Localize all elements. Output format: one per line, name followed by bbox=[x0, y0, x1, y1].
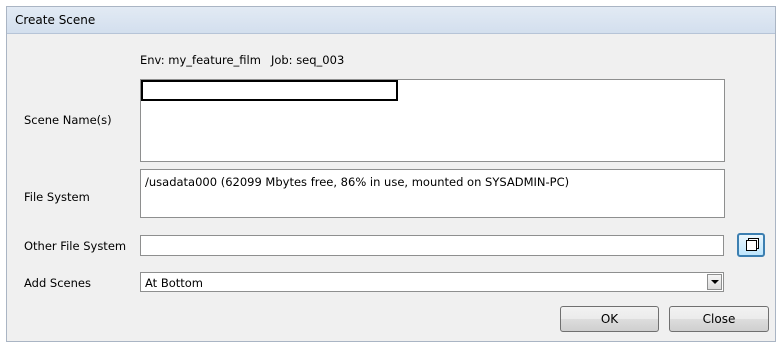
add-scenes-selected: At Bottom bbox=[145, 276, 204, 290]
add-scenes-select[interactable]: At Bottom bbox=[140, 272, 724, 292]
file-system-entry[interactable]: /usadata000 (62099 Mbytes free, 86% in u… bbox=[145, 175, 569, 189]
other-file-system-label: Other File System bbox=[24, 239, 127, 253]
environment-info: Env: my_feature_film Job: seq_003 bbox=[140, 53, 344, 67]
chevron-down-icon[interactable] bbox=[707, 274, 722, 290]
title-bar[interactable]: Create Scene bbox=[7, 7, 775, 34]
scene-names-label: Scene Name(s) bbox=[24, 113, 112, 127]
scene-name-edit-field[interactable] bbox=[141, 80, 398, 101]
scene-names-list[interactable] bbox=[140, 79, 725, 162]
job-text: Job: seq_003 bbox=[270, 53, 345, 67]
file-system-list[interactable]: /usadata000 (62099 Mbytes free, 86% in u… bbox=[140, 169, 725, 218]
create-scene-dialog: Create Scene Env: my_feature_film Job: se… bbox=[6, 6, 776, 342]
browse-button[interactable] bbox=[737, 233, 765, 257]
other-file-system-input[interactable] bbox=[140, 235, 724, 256]
file-system-label: File System bbox=[24, 190, 90, 204]
close-button[interactable]: Close bbox=[669, 306, 769, 332]
env-text: Env: my_feature_film bbox=[140, 53, 261, 67]
add-scenes-label: Add Scenes bbox=[24, 276, 91, 290]
dialog-title: Create Scene bbox=[15, 13, 96, 27]
browse-icon bbox=[746, 240, 757, 251]
ok-button[interactable]: OK bbox=[560, 306, 659, 332]
